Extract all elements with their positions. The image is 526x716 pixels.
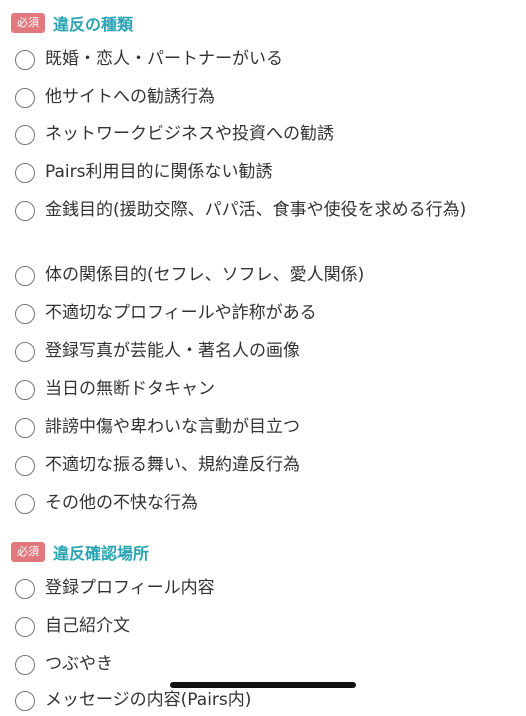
radio-option-other[interactable]: その他の不快な行為	[0, 488, 515, 519]
radio-button[interactable]	[15, 456, 35, 476]
option-label: 体の関係目的(セフレ、ソフレ、愛人関係)	[45, 265, 365, 285]
home-indicator[interactable]	[170, 682, 356, 688]
option-label: つぶやき	[45, 654, 113, 674]
radio-button[interactable]	[15, 304, 35, 324]
radio-option-money[interactable]: 金銭目的(援助交際、パパ活、食事や使役を求める行為)	[0, 195, 515, 226]
radio-button[interactable]	[15, 579, 35, 599]
option-label: 登録写真が芸能人・著名人の画像	[45, 341, 300, 361]
radio-option-celebrity-photo[interactable]: 登録写真が芸能人・著名人の画像	[0, 336, 515, 367]
section-title: 違反の種類	[53, 15, 134, 34]
radio-option-no-show[interactable]: 当日の無断ドタキャン	[0, 374, 515, 405]
option-label: 誹謗中傷や卑わいな言動が目立つ	[45, 417, 300, 437]
radio-option-profile[interactable]: 不適切なプロフィールや詐称がある	[0, 298, 515, 329]
violation-type-header: 必須 違反の種類	[0, 8, 526, 38]
option-label: 不適切なプロフィールや詐称がある	[45, 303, 317, 323]
radio-option-self-intro[interactable]: 自己紹介文	[0, 611, 515, 642]
radio-option-physical[interactable]: 体の関係目的(セフレ、ソフレ、愛人関係)	[0, 260, 515, 291]
option-label: 登録プロフィール内容	[45, 578, 215, 598]
radio-button[interactable]	[15, 691, 35, 711]
option-label: その他の不快な行為	[45, 493, 198, 513]
radio-option-married[interactable]: 既婚・恋人・パートナーがいる	[0, 44, 515, 75]
option-label: ネットワークビジネスや投資への勧誘	[45, 124, 334, 144]
radio-button[interactable]	[15, 88, 35, 108]
radio-option-other-site[interactable]: 他サイトへの勧誘行為	[0, 82, 515, 113]
radio-option-misconduct[interactable]: 不適切な振る舞い、規約違反行為	[0, 450, 515, 481]
radio-option-unrelated-solicit[interactable]: Pairs利用目的に関係ない勧誘	[0, 157, 515, 188]
option-label: 当日の無断ドタキャン	[45, 379, 215, 399]
radio-option-tweets[interactable]: つぶやき	[0, 649, 515, 680]
radio-button[interactable]	[15, 617, 35, 637]
option-label: 自己紹介文	[45, 616, 130, 636]
radio-button[interactable]	[15, 50, 35, 70]
radio-button[interactable]	[15, 418, 35, 438]
violation-location-header: 必須 違反確認場所	[0, 537, 526, 567]
violation-location-section: 必須 違反確認場所 登録プロフィール内容 自己紹介文 つぶやき メッセージの内容…	[0, 537, 526, 711]
radio-option-network-business[interactable]: ネットワークビジネスや投資への勧誘	[0, 119, 515, 150]
radio-button[interactable]	[15, 380, 35, 400]
radio-option-messages[interactable]: メッセージの内容(Pairs内)	[0, 685, 515, 716]
option-label: 不適切な振る舞い、規約違反行為	[45, 455, 300, 475]
required-badge: 必須	[11, 542, 45, 562]
option-label: メッセージの内容(Pairs内)	[45, 690, 252, 710]
option-label: 他サイトへの勧誘行為	[45, 87, 215, 107]
radio-button[interactable]	[15, 494, 35, 514]
section-title: 違反確認場所	[53, 544, 150, 563]
radio-option-profile-content[interactable]: 登録プロフィール内容	[0, 573, 515, 604]
radio-button[interactable]	[15, 266, 35, 286]
radio-button[interactable]	[15, 163, 35, 183]
radio-option-slander[interactable]: 誹謗中傷や卑わいな言動が目立つ	[0, 412, 515, 443]
radio-button[interactable]	[15, 655, 35, 675]
option-label: Pairs利用目的に関係ない勧誘	[45, 162, 273, 182]
required-badge: 必須	[11, 13, 45, 33]
radio-button[interactable]	[15, 201, 35, 221]
option-label: 既婚・恋人・パートナーがいる	[45, 49, 283, 69]
radio-button[interactable]	[15, 125, 35, 145]
option-label: 金銭目的(援助交際、パパ活、食事や使役を求める行為)	[45, 200, 467, 220]
radio-button[interactable]	[15, 342, 35, 362]
violation-type-section: 必須 違反の種類 既婚・恋人・パートナーがいる 他サイトへの勧誘行為 ネットワー…	[0, 8, 526, 514]
